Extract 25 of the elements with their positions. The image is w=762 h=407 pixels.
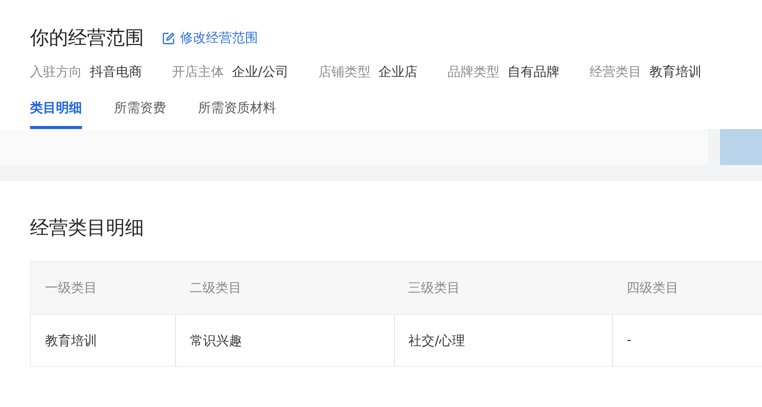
column-header: 三级类目 bbox=[394, 262, 612, 314]
info-label: 品牌类型 bbox=[447, 64, 500, 81]
edit-icon bbox=[162, 32, 175, 44]
info-value: 抖音电商 bbox=[90, 64, 142, 81]
info-value: 企业店 bbox=[378, 64, 418, 81]
table-cell: 社交/心理 bbox=[394, 314, 612, 366]
section-title: 经营类目明细 bbox=[30, 216, 145, 241]
info-label: 店铺类型 bbox=[318, 64, 370, 81]
info-label: 开店主体 bbox=[172, 64, 224, 81]
tab[interactable]: 所需资质材料 bbox=[198, 94, 276, 129]
info-value: 教育培训 bbox=[649, 64, 702, 81]
table-cell: 教育培训 bbox=[30, 314, 176, 366]
table-cell: - bbox=[612, 314, 762, 366]
info-value: 企业/公司 bbox=[232, 64, 288, 81]
column-header: 二级类目 bbox=[175, 262, 394, 314]
page-title: 你的经营范围 bbox=[30, 26, 144, 51]
info-label: 入驻方向 bbox=[30, 64, 82, 81]
side-panel bbox=[720, 129, 762, 165]
column-header: 一级类目 bbox=[30, 262, 176, 314]
table-cell: 常识兴趣 bbox=[175, 314, 394, 366]
tab[interactable]: 所需资费 bbox=[114, 94, 166, 129]
info-value: 自有品牌 bbox=[507, 64, 560, 81]
column-header: 四级类目 bbox=[612, 262, 762, 314]
edit-scope-link[interactable]: 修改经营范围 bbox=[162, 29, 258, 47]
info-label: 经营类目 bbox=[589, 64, 642, 81]
